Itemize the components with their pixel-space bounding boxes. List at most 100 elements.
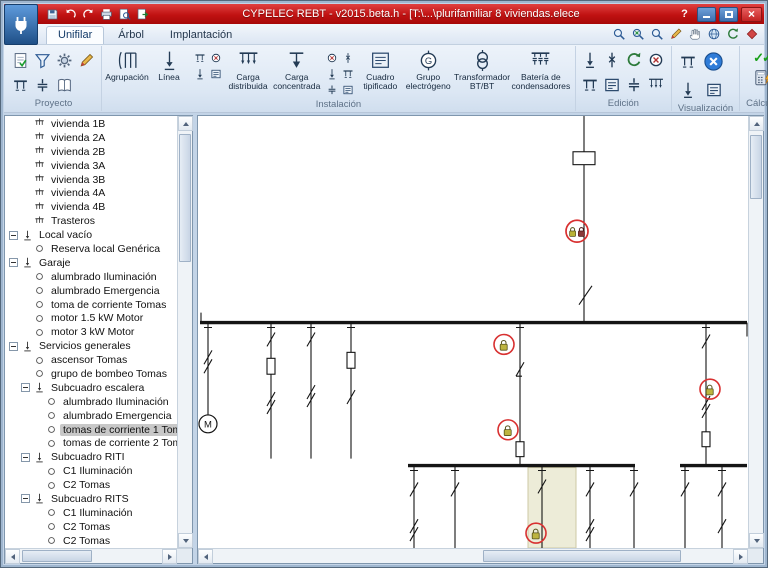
tree-item[interactable]: C2 Tomas <box>5 520 177 534</box>
edit-button[interactable] <box>78 52 95 69</box>
schematic-view[interactable]: M <box>198 116 748 548</box>
tree-item[interactable]: Servicios generales <box>5 339 177 353</box>
tree-item[interactable]: vivienda 3B <box>5 173 177 187</box>
linea-button[interactable]: Línea <box>148 48 190 83</box>
save-button[interactable] <box>44 6 60 22</box>
tree-item[interactable]: toma de corriente Tomas <box>5 298 177 312</box>
titlebar[interactable]: CYPELEC REBT - v2015.beta.h - [T:\...\pl… <box>4 4 764 24</box>
grupo-electrogeno-button[interactable]: Grupo electrógeno <box>403 48 453 93</box>
insert-line-button[interactable] <box>192 50 207 65</box>
tree-item[interactable]: motor 1.5 kW Motor <box>5 311 177 325</box>
scroll-thumb[interactable] <box>750 135 762 199</box>
calculate-button[interactable] <box>753 69 768 87</box>
collapse-bus-button[interactable] <box>705 81 723 99</box>
maximize-button[interactable] <box>719 6 738 22</box>
pan-button[interactable] <box>686 26 703 42</box>
lock-marker-double[interactable] <box>565 219 589 243</box>
scroll-thumb[interactable] <box>179 134 191 262</box>
tab-unifilar[interactable]: Unifilar <box>46 26 105 44</box>
scroll-track[interactable] <box>20 549 162 563</box>
zoom-extents-button[interactable] <box>629 26 646 42</box>
align-bus-button[interactable] <box>647 76 665 94</box>
scroll-up-button[interactable] <box>178 116 193 131</box>
scroll-right-button[interactable] <box>733 549 748 564</box>
tree-item[interactable]: C2 Tomas <box>5 534 177 548</box>
tree-collapse-icon[interactable] <box>21 452 30 462</box>
cuadro-tipificado-button[interactable]: Cuadro tipificado <box>357 48 403 93</box>
tree-item[interactable]: vivienda 2B <box>5 145 177 159</box>
tree-item[interactable]: vivienda 4A <box>5 186 177 200</box>
tree-item[interactable]: vivienda 2A <box>5 131 177 145</box>
check-results-button[interactable]: ✓✓ <box>753 50 768 66</box>
tree-item[interactable]: Garaje <box>5 256 177 270</box>
tree-vertical-scrollbar[interactable] <box>177 116 193 548</box>
tree-item[interactable]: vivienda 3A <box>5 159 177 173</box>
line-options-button[interactable] <box>208 66 223 81</box>
scroll-thumb[interactable] <box>483 550 681 562</box>
app-menu-button[interactable] <box>4 4 38 45</box>
tree-item[interactable]: vivienda 4B <box>5 200 177 214</box>
export-button[interactable] <box>134 6 150 22</box>
tree-item[interactable]: motor 3 kW Motor <box>5 325 177 339</box>
condensers-button[interactable] <box>34 77 51 94</box>
scroll-down-button[interactable] <box>178 533 193 548</box>
canvas-vertical-scrollbar[interactable] <box>748 116 764 548</box>
print-button[interactable] <box>98 6 114 22</box>
redline-button[interactable] <box>667 26 684 42</box>
tree-item[interactable]: tomas de corriente 1 Tomas <box>5 423 177 437</box>
scroll-up-button[interactable] <box>749 116 764 131</box>
tree-item[interactable]: Reserva local Genérica <box>5 242 177 256</box>
wire-info-button[interactable] <box>679 53 697 71</box>
tree-collapse-icon[interactable] <box>21 494 30 504</box>
tab-arbol[interactable]: Árbol <box>106 26 156 44</box>
tree-item[interactable]: C1 Iluminación <box>5 464 177 478</box>
scroll-track[interactable] <box>213 549 733 563</box>
tree-item[interactable]: alumbrado Iluminación <box>5 270 177 284</box>
tree-item[interactable]: vivienda 1B <box>5 117 177 131</box>
tree-item[interactable]: Local vacío <box>5 228 177 242</box>
scroll-thumb[interactable] <box>22 550 92 562</box>
scroll-right-button[interactable] <box>162 549 177 564</box>
carga-distribuida-button[interactable]: Carga distribuida <box>225 48 271 93</box>
hide-detail-button[interactable] <box>703 51 724 72</box>
tree-item[interactable]: alumbrado Iluminación <box>5 395 177 409</box>
help-button[interactable]: ? <box>675 7 694 22</box>
tree-collapse-icon[interactable] <box>21 383 30 393</box>
meter-button[interactable] <box>340 82 355 97</box>
tree-item[interactable]: C2 Tomas <box>5 478 177 492</box>
library-button[interactable] <box>56 77 73 94</box>
switch-button[interactable] <box>324 50 339 65</box>
insert-bus-button[interactable] <box>581 76 599 94</box>
lock-marker[interactable] <box>493 333 515 356</box>
delete-bus-button[interactable] <box>603 76 621 94</box>
fuse-button[interactable] <box>340 50 355 65</box>
rotate-symbol-button[interactable] <box>647 51 665 69</box>
filter-button[interactable] <box>34 52 51 69</box>
tree-collapse-icon[interactable] <box>9 258 18 268</box>
tree-item[interactable]: Subcuadro RITI <box>5 450 177 464</box>
print-preview-button[interactable] <box>116 6 132 22</box>
minimize-button[interactable] <box>697 6 716 22</box>
breaker-button[interactable] <box>324 66 339 81</box>
expand-bus-button[interactable] <box>679 81 697 99</box>
extend-bus-button[interactable] <box>625 76 643 94</box>
undo-button[interactable] <box>62 6 78 22</box>
scroll-track[interactable] <box>749 131 763 533</box>
delete-symbol-button[interactable] <box>603 51 621 69</box>
project-data-button[interactable] <box>12 52 29 69</box>
delete-line-button[interactable] <box>208 50 223 65</box>
scroll-left-button[interactable] <box>198 549 213 564</box>
contactor-button[interactable] <box>324 82 339 97</box>
move-line-button[interactable] <box>192 66 207 81</box>
differential-button[interactable] <box>340 66 355 81</box>
tree-item[interactable]: ascensor Tomas <box>5 353 177 367</box>
zoom-window-button[interactable] <box>610 26 627 42</box>
tree-item[interactable]: alumbrado Emergencia <box>5 284 177 298</box>
scroll-track[interactable] <box>178 131 192 533</box>
orbit-button[interactable] <box>705 26 722 42</box>
zoom-previous-button[interactable] <box>648 26 665 42</box>
bateria-condensadores-button[interactable]: Batería de condensadores <box>511 48 571 93</box>
move-symbol-button[interactable] <box>625 51 643 69</box>
project-tree[interactable]: vivienda 1B vivienda 2A vivienda 2B viviend… <box>5 116 177 548</box>
tree-item[interactable]: tomas de corriente 2 Tomas <box>5 436 177 450</box>
